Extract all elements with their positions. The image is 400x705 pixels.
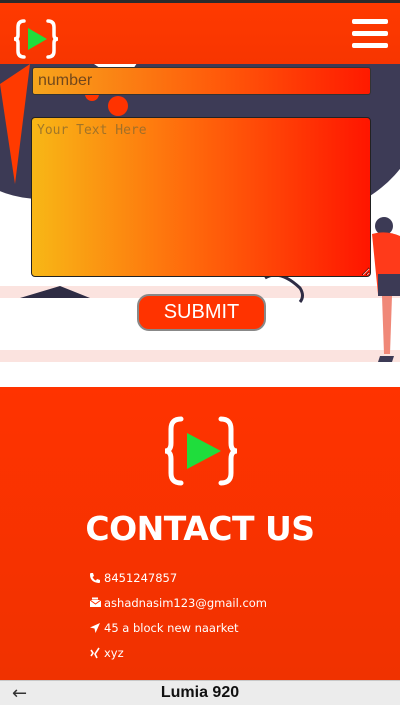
- contact-email[interactable]: ashadnasim123@gmail.com: [88, 590, 267, 615]
- contact-social-text: xyz: [104, 645, 124, 660]
- contact-location[interactable]: 45 a block new naarket: [88, 615, 267, 640]
- contact-email-text: ashadnasim123@gmail.com: [104, 595, 268, 610]
- code-play-logo-icon: [164, 416, 238, 486]
- contact-footer: CONTACT US 8451247857 ashadnasim123@gmai…: [0, 387, 400, 680]
- device-bar: ← Lumia 920: [0, 680, 400, 705]
- submit-button[interactable]: SUBMIT: [137, 294, 266, 331]
- phone-icon: [88, 571, 102, 585]
- xing-icon: [88, 646, 102, 660]
- contact-social[interactable]: xyz: [88, 640, 267, 665]
- hamburger-menu-icon[interactable]: [352, 19, 388, 51]
- code-play-logo-icon[interactable]: [14, 17, 58, 61]
- message-textarea[interactable]: [31, 117, 371, 277]
- email-icon: [88, 596, 102, 610]
- number-input[interactable]: [32, 67, 371, 95]
- location-icon: [88, 621, 102, 635]
- contact-title: CONTACT US: [85, 509, 315, 548]
- contact-phone-text: 8451247857: [104, 570, 178, 585]
- top-navbar: [0, 0, 400, 64]
- contact-location-text: 45 a block new naarket: [104, 620, 239, 635]
- contact-list: 8451247857 ashadnasim123@gmail.com 45 a …: [88, 565, 267, 665]
- contact-phone[interactable]: 8451247857: [88, 565, 267, 590]
- device-name: Lumia 920: [160, 684, 240, 701]
